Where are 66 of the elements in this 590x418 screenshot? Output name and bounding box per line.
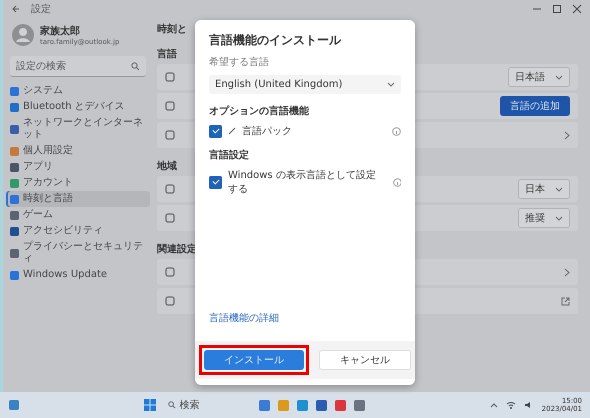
chevron-up-icon[interactable] bbox=[490, 402, 498, 408]
setting-icon bbox=[165, 267, 175, 277]
chevron-down-icon bbox=[555, 74, 563, 80]
sidebar-item[interactable]: ネットワークとインターネット bbox=[6, 115, 150, 143]
section-heading: 言語 bbox=[157, 47, 178, 61]
app-icon[interactable] bbox=[297, 400, 308, 410]
dropdown[interactable]: 日本 bbox=[518, 179, 570, 199]
install-button[interactable]: インストール bbox=[204, 350, 304, 370]
search-icon bbox=[131, 62, 140, 70]
start-icon[interactable] bbox=[144, 399, 156, 411]
sidebar-item[interactable]: Windows Update bbox=[6, 267, 150, 283]
option-label: 言語パック bbox=[242, 124, 292, 138]
user-name: 家族太郎 bbox=[40, 24, 81, 38]
details-link[interactable]: 言語機能の詳細 bbox=[209, 311, 401, 325]
window-title: 設定 bbox=[31, 2, 51, 16]
setting-icon bbox=[165, 184, 175, 194]
external-link-icon[interactable] bbox=[561, 296, 570, 306]
setting-icon bbox=[165, 72, 175, 82]
dropdown[interactable]: 日本語 bbox=[508, 67, 570, 87]
pen-icon bbox=[228, 127, 236, 135]
group-heading: 言語設定 bbox=[209, 148, 250, 162]
info-icon[interactable] bbox=[392, 126, 401, 136]
chevron-down-icon bbox=[555, 216, 563, 220]
setting-icon bbox=[165, 213, 175, 223]
back-icon[interactable] bbox=[11, 4, 21, 14]
chevron-right-icon[interactable] bbox=[564, 130, 570, 140]
sidebar-item[interactable]: システム bbox=[6, 83, 150, 99]
sidebar-item[interactable]: ゲーム bbox=[6, 207, 150, 223]
close-icon[interactable] bbox=[572, 4, 582, 14]
app-icon[interactable] bbox=[354, 400, 366, 410]
setting-icon bbox=[165, 296, 175, 306]
sidebar-item[interactable]: 個人用設定 bbox=[6, 143, 150, 159]
chevron-down-icon bbox=[555, 186, 563, 192]
sidebar-item[interactable]: アプリ bbox=[6, 159, 150, 175]
info-icon[interactable] bbox=[392, 178, 401, 186]
taskbar-search[interactable]: 検索 bbox=[164, 396, 204, 414]
sidebar-item[interactable]: Bluetooth とデバイス bbox=[6, 99, 150, 115]
wifi-icon[interactable] bbox=[506, 401, 516, 409]
app-icon[interactable] bbox=[259, 400, 270, 410]
maximize-icon[interactable] bbox=[552, 4, 562, 14]
dialog-title: 言語機能のインストール bbox=[209, 32, 342, 49]
sidebar-item[interactable]: 時刻と言語 bbox=[6, 191, 150, 207]
checkbox[interactable] bbox=[209, 176, 222, 188]
sidebar-item[interactable]: プライバシーとセキュリティ bbox=[6, 239, 150, 267]
search-icon bbox=[168, 401, 176, 409]
app-icon[interactable] bbox=[316, 400, 328, 410]
section-heading: 地域 bbox=[157, 160, 178, 173]
dropdown[interactable]: 推奨 bbox=[518, 208, 570, 228]
option-label: Windows の表示言語として設定する bbox=[228, 168, 377, 196]
search-field[interactable]: 設定の検索 bbox=[10, 56, 146, 77]
setting-icon bbox=[165, 101, 175, 111]
chevron-right-icon[interactable] bbox=[564, 268, 570, 276]
chevron-down-icon bbox=[387, 82, 395, 87]
app-icon[interactable] bbox=[335, 400, 346, 410]
checkbox[interactable] bbox=[209, 124, 222, 138]
sidebar-item[interactable]: アカウント bbox=[6, 175, 150, 191]
language-dropdown[interactable]: English (United Kingdom) bbox=[209, 75, 401, 94]
sidebar-item[interactable]: アクセシビリティ bbox=[6, 223, 150, 239]
cancel-button[interactable]: キャンセル bbox=[319, 350, 411, 370]
page-title: 時刻と bbox=[157, 22, 188, 36]
add-language-button[interactable]: 言語の追加 bbox=[500, 96, 570, 116]
widgets-icon[interactable] bbox=[8, 399, 20, 411]
group-heading: オプションの言語機能 bbox=[209, 104, 310, 118]
setting-icon bbox=[165, 130, 175, 140]
field-label: 希望する言語 bbox=[209, 56, 270, 69]
avatar-icon bbox=[12, 24, 34, 46]
